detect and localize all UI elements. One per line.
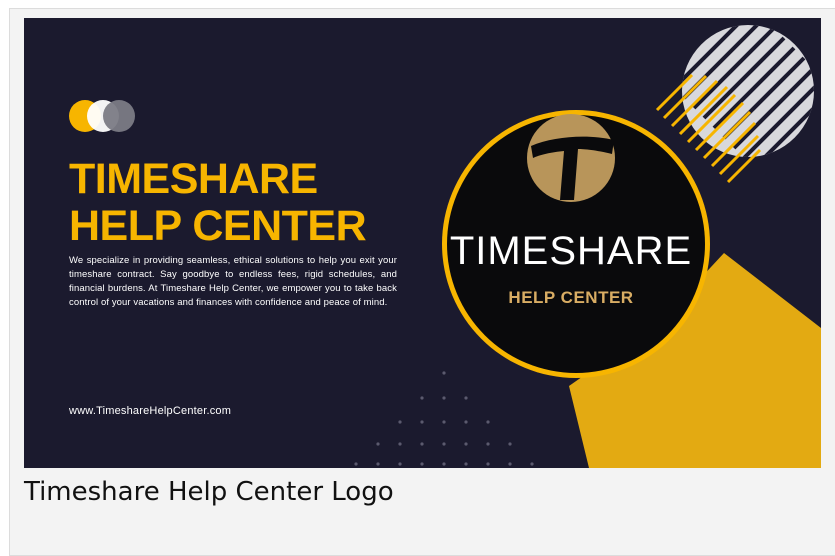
logo-text-sub: HELP CENTER [508, 288, 633, 307]
description-text: We specialize in providing seamless, eth… [69, 255, 397, 308]
image-caption: Timeshare Help Center Logo [24, 477, 394, 507]
gray-dot-icon [103, 100, 135, 132]
brand-line-1: TIMESHARE [69, 155, 318, 203]
brand-line-2: HELP CENTER [69, 202, 367, 250]
t-emblem-icon [527, 114, 615, 202]
logo-text-main: TIMESHARE [450, 229, 692, 273]
brand-headline: TIMESHARE HELP CENTER [69, 156, 429, 250]
tri-circle-icon [69, 100, 139, 132]
dot-pattern [354, 371, 534, 466]
banner-image[interactable]: TIMESHARE HELP CENTER TIMESHARE HELP CEN… [24, 18, 821, 468]
website-url: www.TimeshareHelpCenter.com [69, 405, 232, 417]
gray-circle-shape [682, 25, 814, 157]
